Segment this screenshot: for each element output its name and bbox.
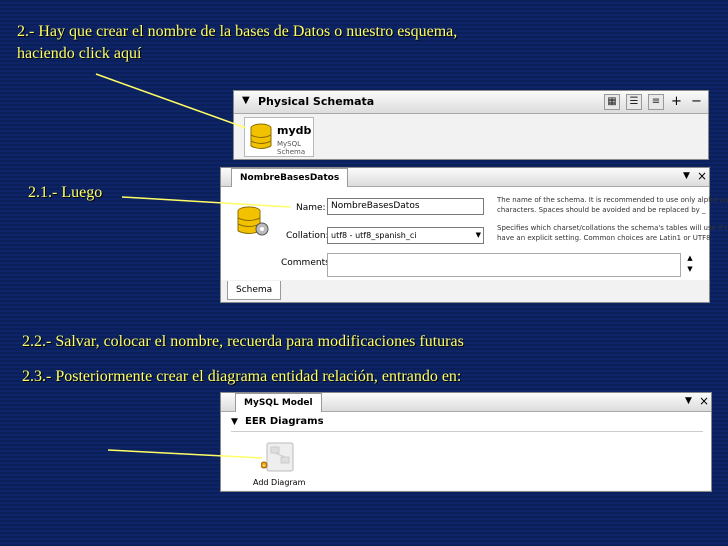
database-icon <box>249 122 273 152</box>
schema-item-mydb[interactable]: mydb MySQL Schema <box>244 117 314 157</box>
collation-help-line2: have an explicit setting. Common choices… <box>497 234 713 242</box>
add-diagram-icon[interactable]: + <box>261 441 297 475</box>
schema-editor-body: Name: NombreBasesDatos The name of the s… <box>221 187 728 280</box>
step-2-1-text: 2.1.- Luego <box>28 184 103 201</box>
close-icon[interactable]: × <box>697 169 707 183</box>
view-list-icon[interactable]: ☰ <box>626 94 642 110</box>
comments-textarea[interactable] <box>327 253 681 277</box>
physical-schemata-header: ▼ Physical Schemata ▦ ☰ ≡ + − <box>234 91 708 114</box>
eer-diagrams-title: EER Diagrams <box>245 416 324 427</box>
tab-menu-arrow-icon[interactable]: ▼ <box>685 396 692 406</box>
schema-name: mydb <box>277 124 312 137</box>
collapse-arrow-icon[interactable]: ▼ <box>231 417 238 427</box>
collation-value: utf8 - utf8_spanish_ci <box>331 231 417 240</box>
collation-label: Collation: <box>286 231 329 241</box>
tab-nombrebasesdatos[interactable]: NombreBasesDatos <box>231 168 349 187</box>
dropdown-arrow-icon: ▼ <box>475 231 481 239</box>
collation-help-line1: Specifies which charset/collations the s… <box>497 224 728 232</box>
mysql-model-body: ▼ EER Diagrams + Add Diagram <box>221 412 711 490</box>
tab-schema[interactable]: Schema <box>227 281 282 300</box>
mysql-model-tabbar: MySQL Model ▼ × <box>221 393 711 412</box>
collation-select[interactable]: utf8 - utf8_spanish_ci ▼ <box>327 227 484 244</box>
schema-editor-tabbar: NombreBasesDatos ▼ × <box>221 168 709 187</box>
slide-heading-line1: 2.- Hay que crear el nombre de la bases … <box>17 23 458 40</box>
step-2-3-text: 2.3.- Posteriormente crear el diagrama e… <box>22 368 462 385</box>
name-help-line1: The name of the schema. It is recommende… <box>497 196 728 204</box>
name-label: Name: <box>296 203 326 213</box>
section-divider <box>231 431 703 432</box>
schema-name-input[interactable]: NombreBasesDatos <box>327 198 484 215</box>
tab-menu-arrow-icon[interactable]: ▼ <box>683 171 690 181</box>
mysql-model-panel: MySQL Model ▼ × ▼ EER Diagrams + Add Dia… <box>220 392 712 492</box>
collapse-arrow-icon[interactable]: ▼ <box>242 95 250 106</box>
schema-editor-panel: NombreBasesDatos ▼ × Name: NombreBasesDa… <box>220 167 728 303</box>
step-2-2-text: 2.2.- Salvar, colocar el nombre, recuerd… <box>22 333 464 350</box>
comments-label: Comments: <box>281 258 333 268</box>
tab-mysql-model[interactable]: MySQL Model <box>235 393 322 412</box>
close-icon[interactable]: × <box>699 394 709 408</box>
view-large-icon[interactable]: ▦ <box>604 94 620 110</box>
schema-edit-icon <box>235 203 271 239</box>
physical-schemata-panel: ▼ Physical Schemata ▦ ☰ ≡ + − mydb MySQL… <box>233 90 709 160</box>
name-help-line2: characters. Spaces should be avoided and… <box>497 206 706 214</box>
add-schema-button[interactable]: + <box>671 94 682 109</box>
view-details-icon[interactable]: ≡ <box>648 94 664 110</box>
svg-text:+: + <box>262 463 266 469</box>
slide-heading-line2: haciendo click aquí <box>17 45 142 62</box>
schema-type: MySQL Schema <box>277 140 306 156</box>
add-diagram-label[interactable]: Add Diagram <box>253 478 305 487</box>
physical-schemata-title: Physical Schemata <box>258 95 375 108</box>
comments-scrollbar[interactable]: ▲ ▼ <box>685 253 695 275</box>
remove-schema-button[interactable]: − <box>691 94 702 109</box>
